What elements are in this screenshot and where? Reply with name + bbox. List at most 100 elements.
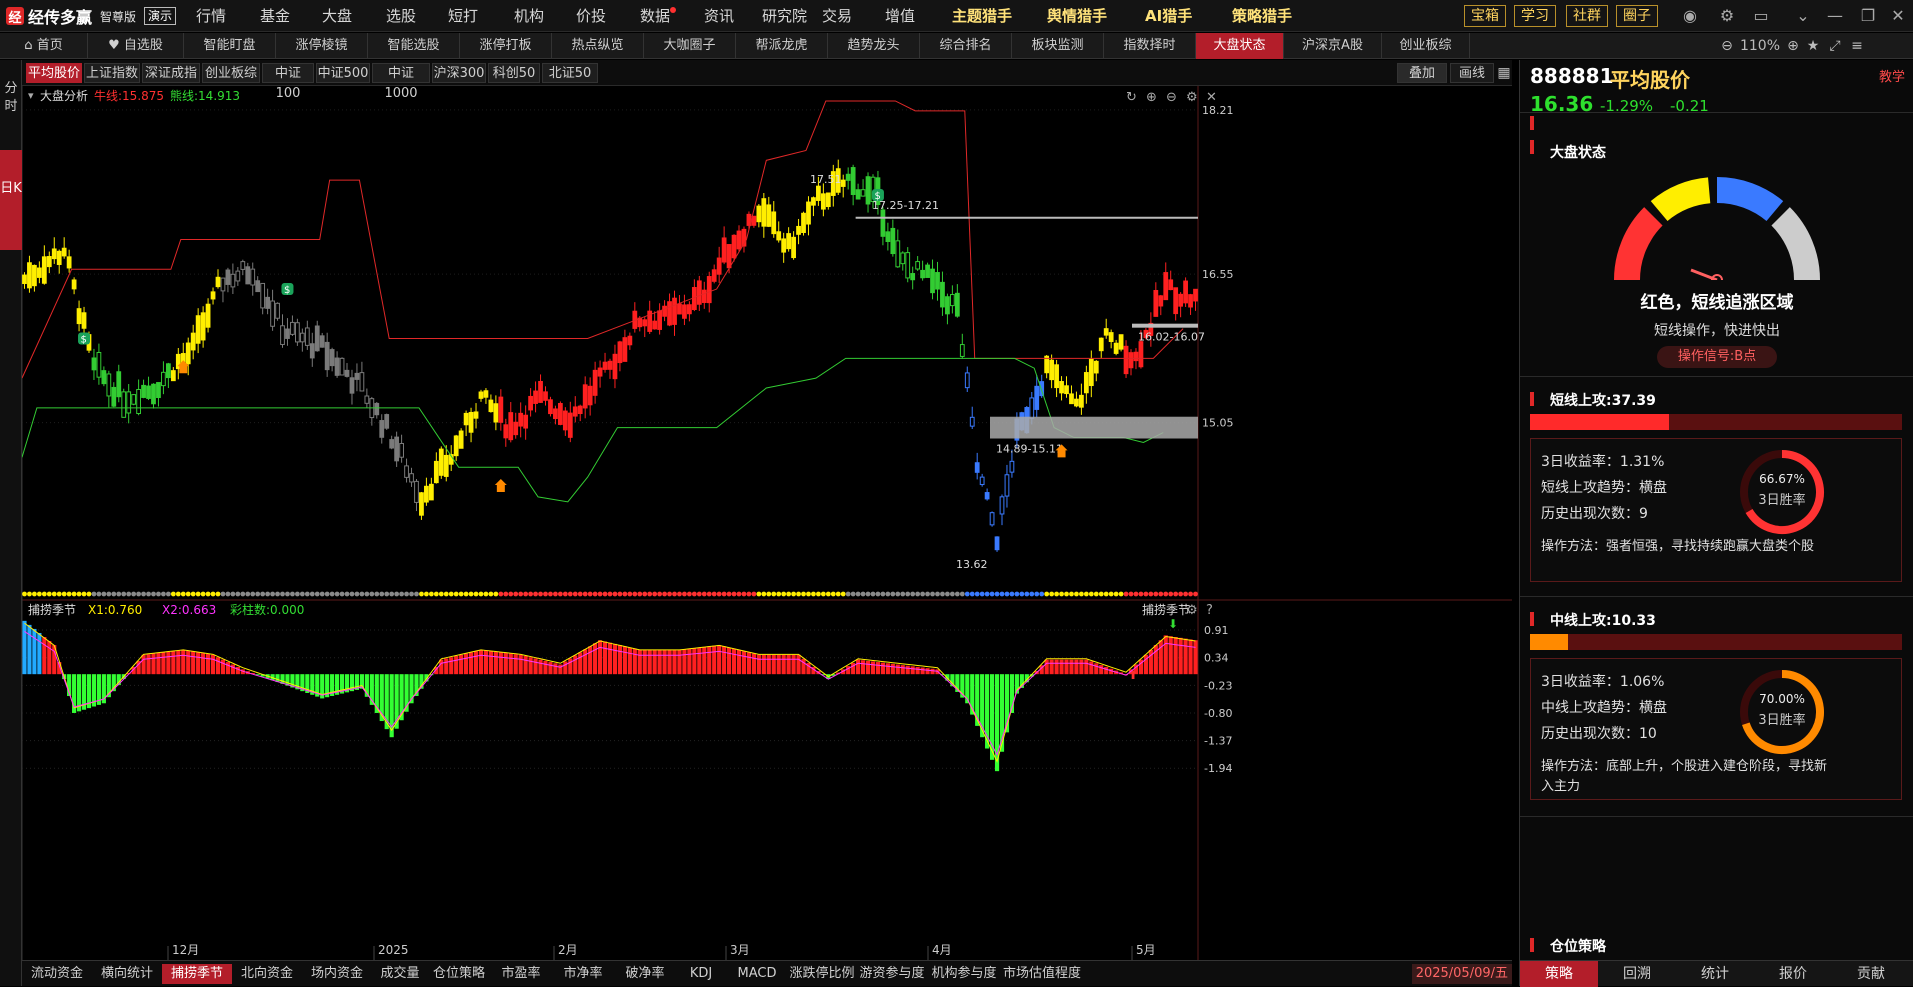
nav-tab-8[interactable]: 帮派龙虎: [736, 33, 828, 59]
sub-gear-icon[interactable]: ⚙: [1186, 603, 1198, 618]
user-icon[interactable]: ◉: [1680, 6, 1700, 26]
indicator-tab-10[interactable]: KDJ: [676, 964, 726, 984]
indicator-tab-9[interactable]: 破净率: [614, 964, 676, 984]
top-btn-1[interactable]: 学习: [1514, 5, 1556, 27]
candle: [41, 245, 47, 285]
indicator-tab-11[interactable]: MACD: [726, 964, 788, 984]
index-tab-3[interactable]: 创业板综: [202, 63, 260, 83]
intraday-button[interactable]: 分时: [0, 80, 22, 120]
add-icon[interactable]: ⊕: [1146, 90, 1157, 105]
gear-icon[interactable]: ⚙: [1717, 6, 1737, 26]
star-icon[interactable]: ★: [1804, 36, 1822, 56]
nav-tab-10[interactable]: 综合排名: [920, 33, 1012, 59]
panel-tab-2[interactable]: 统计: [1676, 961, 1754, 987]
top-menu-hl-2[interactable]: AI猎手: [1145, 0, 1192, 32]
index-tab-5[interactable]: 中证500: [316, 63, 370, 83]
top-menu-0[interactable]: 行情: [196, 0, 226, 32]
top-menu-4[interactable]: 短打: [448, 0, 478, 32]
indicator-tab-0[interactable]: 流动资金: [22, 964, 92, 984]
chart-canvas[interactable]: ▾ 大盘分析 牛线:15.875 熊线:14.913 ↻ ⊕ ⊖ ⚙ ✕18.21 16.55 15…: [22, 86, 1512, 960]
indicator-tab-15[interactable]: 市场估值程度: [1000, 964, 1084, 984]
top-menu-hl-3[interactable]: 策略猎手: [1232, 0, 1292, 32]
index-tab-4[interactable]: 中证100: [262, 63, 314, 101]
chevron-down-icon[interactable]: ⌄: [1793, 6, 1813, 26]
top-menu-8[interactable]: 资讯: [704, 0, 734, 32]
nav-tab-12[interactable]: 指数择时: [1104, 33, 1196, 59]
top-menu-11[interactable]: 增值: [885, 0, 915, 32]
nav-tab-15[interactable]: 创业板综: [1382, 33, 1470, 59]
index-tab-2[interactable]: 深证成指: [142, 63, 200, 83]
help-icon[interactable]: ?: [1206, 603, 1213, 618]
nav-tab-3[interactable]: 涨停棱镜: [276, 33, 368, 59]
index-tab-9[interactable]: 北证50: [542, 63, 598, 83]
index-tab-6[interactable]: 中证1000: [372, 63, 430, 101]
daily-k-button[interactable]: 日K: [0, 150, 22, 250]
nav-tab-13[interactable]: 大盘状态: [1196, 33, 1284, 59]
gear-icon[interactable]: ⚙: [1186, 90, 1198, 105]
top-menu-7[interactable]: 数据: [640, 0, 670, 32]
restore-icon[interactable]: ❐: [1858, 6, 1878, 26]
indicator-tab-4[interactable]: 场内资金: [302, 964, 372, 984]
top-menu-5[interactable]: 机构: [514, 0, 544, 32]
indicator-tab-14[interactable]: 机构参与度: [928, 964, 1000, 984]
top-menu-2[interactable]: 大盘: [322, 0, 352, 32]
top-menu-hl-0[interactable]: 主题猎手: [952, 0, 1012, 32]
draw-button[interactable]: 画线: [1450, 63, 1494, 83]
legend-toggle-icon[interactable]: ▾: [28, 89, 34, 102]
zoom-level[interactable]: 110%: [1738, 36, 1782, 56]
demo-badge[interactable]: 演示: [144, 7, 177, 25]
teach-link[interactable]: 教学: [1879, 66, 1905, 85]
top-menu-3[interactable]: 选股: [386, 0, 416, 32]
indicator-tab-3[interactable]: 北向资金: [232, 964, 302, 984]
indicator-tab-8[interactable]: 市净率: [552, 964, 614, 984]
window-icon[interactable]: ▭: [1751, 6, 1771, 26]
chart-area[interactable]: ▾ 大盘分析 牛线:15.875 熊线:14.913 ↻ ⊕ ⊖ ⚙ ✕ 18.21 16.55 15…: [22, 86, 1512, 960]
nav-tab-9[interactable]: 趋势龙头: [828, 33, 920, 59]
top-btn-2[interactable]: 社群: [1566, 5, 1608, 27]
sub-bar: [642, 649, 647, 675]
indicator-tab-5[interactable]: 成交量: [372, 964, 428, 984]
panel-tab-3[interactable]: 报价: [1754, 961, 1832, 987]
close-icon[interactable]: ✕: [1206, 90, 1217, 105]
index-tab-7[interactable]: 沪深300: [432, 63, 486, 83]
index-tab-0[interactable]: 平均股价: [26, 63, 82, 83]
top-menu-1[interactable]: 基金: [260, 0, 290, 32]
overlay-button[interactable]: 叠加: [1397, 63, 1447, 83]
nav-tab-2[interactable]: 智能盯盘: [184, 33, 276, 59]
nav-tab-1[interactable]: ♥ 自选股: [88, 33, 184, 59]
indicator-tab-1[interactable]: 横向统计: [92, 964, 162, 984]
top-btn-3[interactable]: 圈子: [1616, 5, 1658, 27]
indicator-tab-12[interactable]: 涨跌停比例: [788, 964, 856, 984]
menu-icon[interactable]: ≡: [1848, 36, 1866, 56]
refresh-icon[interactable]: ↻: [1126, 90, 1137, 105]
index-tab-8[interactable]: 科创50: [488, 63, 540, 83]
top-menu-10[interactable]: 交易: [822, 0, 852, 32]
top-menu-9[interactable]: 研究院: [762, 0, 807, 32]
indicator-tab-13[interactable]: 游资参与度: [856, 964, 928, 984]
indicator-tab-6[interactable]: 仓位策略: [428, 964, 490, 984]
remove-icon[interactable]: ⊖: [1166, 90, 1177, 105]
panel-tab-0[interactable]: 策略: [1520, 961, 1598, 987]
nav-tab-6[interactable]: 热点纵览: [552, 33, 644, 59]
share-icon[interactable]: ⤢: [1826, 36, 1844, 56]
nav-tab-7[interactable]: 大咖圈子: [644, 33, 736, 59]
indicator-tab-7[interactable]: 市盈率: [490, 964, 552, 984]
zoom-in-icon[interactable]: ⊕: [1784, 36, 1802, 56]
zoom-out-icon[interactable]: ⊖: [1718, 36, 1736, 56]
nav-tab-14[interactable]: 沪深京A股: [1284, 33, 1382, 59]
top-menu-6[interactable]: 价投: [576, 0, 606, 32]
close-icon[interactable]: ✕: [1888, 6, 1908, 26]
panel-tab-1[interactable]: 回溯: [1598, 961, 1676, 987]
nav-tab-4[interactable]: 智能选股: [368, 33, 460, 59]
nav-tab-0[interactable]: ⌂ 首页: [0, 33, 88, 59]
app-logo[interactable]: 经 经传多赢 智尊版 演示: [6, 5, 177, 27]
index-tab-1[interactable]: 上证指数: [84, 63, 140, 83]
top-btn-0[interactable]: 宝箱: [1464, 5, 1506, 27]
minimize-icon[interactable]: —: [1825, 6, 1845, 26]
nav-tab-11[interactable]: 板块监测: [1012, 33, 1104, 59]
nav-tab-5[interactable]: 涨停打板: [460, 33, 552, 59]
top-menu-hl-1[interactable]: 舆情猎手: [1047, 0, 1107, 32]
grid-icon[interactable]: ▦: [1497, 63, 1511, 83]
panel-tab-4[interactable]: 贡献: [1832, 961, 1910, 987]
indicator-tab-2[interactable]: 捕捞季节: [162, 964, 232, 984]
